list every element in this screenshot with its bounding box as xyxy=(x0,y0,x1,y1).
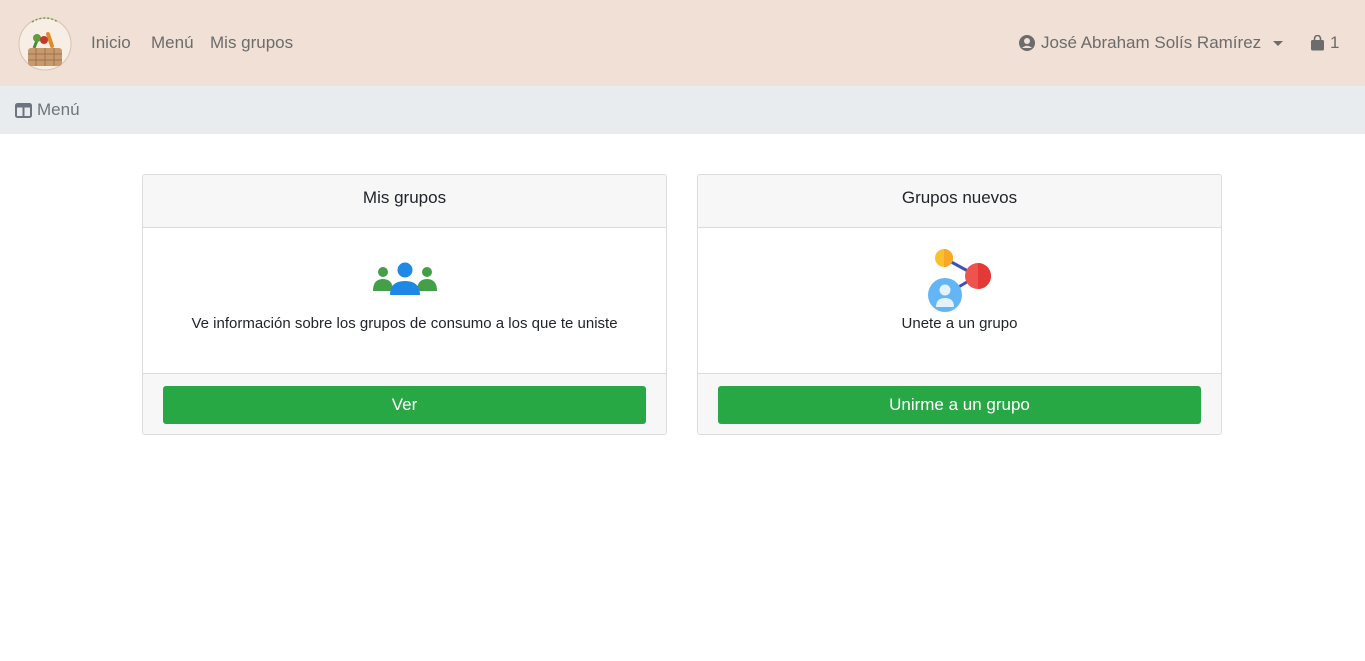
basket-logo-icon[interactable] xyxy=(18,12,72,74)
ver-button[interactable]: Ver xyxy=(163,386,646,424)
nav-link-menu[interactable]: Menú xyxy=(151,32,194,54)
sidebar-toggle-menu[interactable]: Menú xyxy=(15,99,80,121)
card-footer: Unirme a un grupo xyxy=(698,373,1221,434)
top-navbar: Inicio Menú Mis grupos José Abraham Solí… xyxy=(0,0,1365,86)
card-title: Mis grupos xyxy=(143,175,666,228)
unirme-a-un-grupo-button[interactable]: Unirme a un grupo xyxy=(718,386,1201,424)
secondary-bar: Menú xyxy=(0,86,1365,134)
cart-button[interactable]: 1 xyxy=(1310,32,1339,54)
card-title: Grupos nuevos xyxy=(698,175,1221,228)
card-description: Ve información sobre los grupos de consu… xyxy=(191,315,618,332)
shopping-bag-icon xyxy=(1311,35,1324,51)
chevron-down-icon xyxy=(1273,40,1284,46)
user-dropdown[interactable]: José Abraham Solís Ramírez xyxy=(1019,32,1284,54)
card-grupos-nuevos: Grupos nuevos Unete a un grupo Unirme a … xyxy=(697,174,1222,435)
network-share-icon xyxy=(927,249,991,312)
nav-link-inicio[interactable]: Inicio xyxy=(91,32,131,54)
card-body: Unete a un grupo xyxy=(698,228,1221,373)
columns-icon xyxy=(15,102,32,118)
card-footer: Ver xyxy=(143,373,666,434)
user-name: José Abraham Solís Ramírez xyxy=(1041,33,1262,52)
card-body: Ve información sobre los grupos de consu… xyxy=(143,228,666,373)
card-mis-grupos: Mis grupos Ve información sobre los grup… xyxy=(142,174,667,435)
group-people-icon xyxy=(372,262,437,295)
user-circle-icon xyxy=(1019,35,1035,51)
subbar-menu-label: Menú xyxy=(37,100,80,119)
nav-link-mis-grupos[interactable]: Mis grupos xyxy=(210,32,293,54)
cart-count: 1 xyxy=(1330,33,1340,52)
card-description: Unete a un grupo xyxy=(901,315,1018,332)
